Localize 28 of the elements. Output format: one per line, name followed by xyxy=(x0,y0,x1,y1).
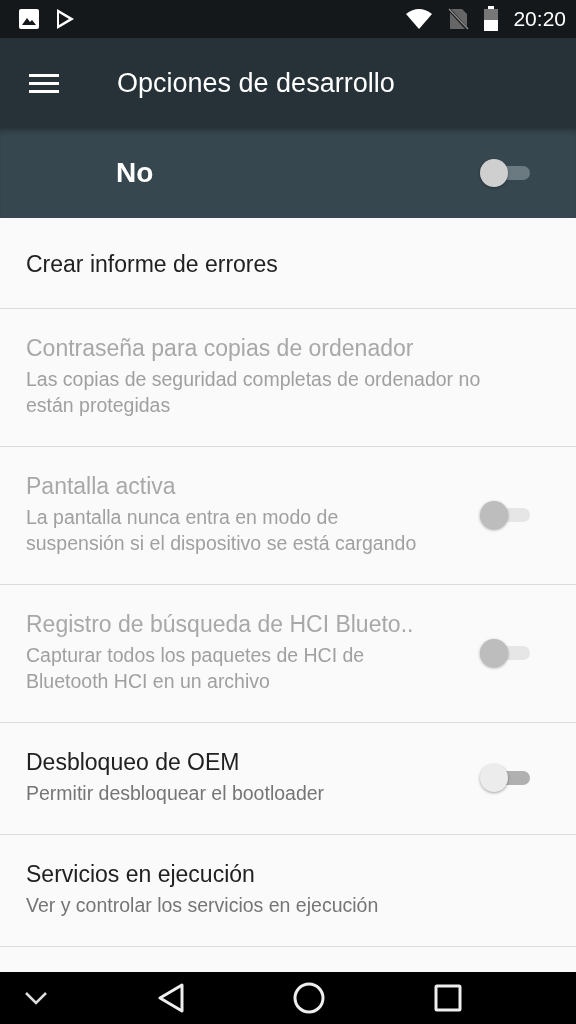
settings-item[interactable]: Desbloqueo de OEM Permitir desbloquear el bootloader xyxy=(0,723,576,835)
item-title: Registro de búsqueda de HCI Blueto.. xyxy=(26,611,415,638)
item-summary: Capturar todos los paquetes de HCI de Bluetooth HCI en un archivo xyxy=(26,643,366,694)
toolbar-title: Opciones de desarrollo xyxy=(117,67,395,99)
back-icon[interactable] xyxy=(156,983,185,1013)
item-summary: Ver y controlar los servicios en ejecución xyxy=(26,893,380,918)
status-time: 20:20 xyxy=(513,7,566,31)
image-icon xyxy=(18,8,40,30)
battery-icon xyxy=(483,6,500,32)
wifi-icon xyxy=(405,8,434,30)
settings-item[interactable]: Servicios en ejecución Ver y controlar los servicios en ejecución xyxy=(0,835,576,947)
item-summary: La pantalla nunca entra en modo de suspensión si el dispositivo se está cargando xyxy=(26,505,418,556)
play-store-icon xyxy=(54,8,76,30)
recents-icon[interactable] xyxy=(433,984,462,1012)
item-title: Crear informe de errores xyxy=(26,250,279,278)
item-title: Pantalla activa xyxy=(26,473,177,500)
item-summary: Las copias de seguridad completas de ordenador no están protegidas xyxy=(26,367,482,418)
item-summary: Permitir desbloquear el bootloader xyxy=(26,781,326,806)
chevron-down-icon[interactable] xyxy=(24,991,48,1005)
master-switch[interactable] xyxy=(480,158,532,188)
toggle-switch[interactable] xyxy=(480,762,532,793)
item-title: Desbloqueo de OEM xyxy=(26,749,241,776)
settings-item[interactable]: Crear informe de errores xyxy=(0,218,576,309)
home-icon[interactable] xyxy=(293,982,326,1014)
no-sim-icon xyxy=(447,7,470,31)
item-title: Contraseña para copias de ordenador xyxy=(26,335,415,362)
item-title: Servicios en ejecución xyxy=(26,861,256,888)
master-switch-label: No xyxy=(116,157,155,189)
